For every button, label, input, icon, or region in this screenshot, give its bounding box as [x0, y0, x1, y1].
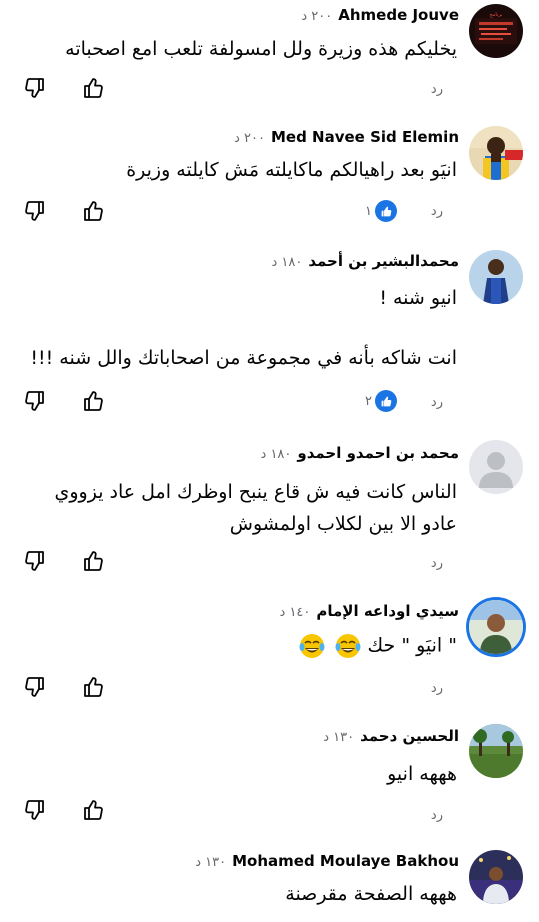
- comment-line: يخليكم هذه وزيرة ولل امسولفة تلعب امع اص…: [65, 38, 457, 60]
- comment-author[interactable]: Mohamed Moulaye Bakhou: [232, 852, 459, 870]
- like-reaction-icon: [375, 390, 397, 412]
- avatar-image: [469, 440, 523, 494]
- comment-header: ١٨٠ د محمد بن احمدو احمدو: [261, 444, 459, 462]
- comment-text: انيو شنه ! انت شاكه بأنه في مجموعة من اص…: [30, 286, 457, 370]
- like-icon[interactable]: [82, 798, 106, 822]
- reply-button[interactable]: رد: [431, 204, 443, 219]
- avatar[interactable]: [469, 250, 523, 304]
- comment-time[interactable]: ١٨٠ د: [261, 447, 292, 462]
- avatar-image: برنامج: [469, 4, 523, 58]
- comment-text: يخليكم هذه وزيرة ولل امسولفة تلعب امع اص…: [65, 37, 457, 61]
- avatar[interactable]: [469, 600, 523, 654]
- comment-line: الناس كانت فيه ش قاع ينبح اوظرك امل عاد …: [54, 481, 458, 503]
- like-icon[interactable]: [82, 76, 106, 100]
- dislike-icon[interactable]: [22, 389, 46, 413]
- comment-header: ١٨٠ د محمدالبشير بن أحمد: [271, 252, 459, 270]
- comment-author[interactable]: سيدي اوداعه الإمام: [316, 602, 459, 620]
- dislike-icon[interactable]: [22, 549, 46, 573]
- avatar-image: [469, 250, 523, 304]
- reply-button[interactable]: رد: [431, 681, 443, 696]
- dislike-icon[interactable]: [22, 798, 46, 822]
- reply-button[interactable]: رد: [431, 808, 443, 823]
- reply-button[interactable]: رد: [431, 82, 443, 97]
- face-with-tears-of-joy-icon: [335, 634, 361, 658]
- comment-author[interactable]: محمدالبشير بن أحمد: [308, 252, 459, 270]
- comment-header: ١٤٠ د سيدي اوداعه الإمام: [280, 602, 459, 620]
- comment-line: انيَو بعد راهيالكم ماكايلته مَش كايلته و…: [126, 159, 457, 181]
- like-icon[interactable]: [82, 549, 106, 573]
- comment-line: انت شاكه بأنه في مجموعة من اصحاباتك والل…: [30, 347, 457, 369]
- comment-text: هههه انيو: [387, 762, 457, 786]
- reply-button[interactable]: رد: [431, 556, 443, 571]
- dislike-icon[interactable]: [22, 199, 46, 223]
- like-icon[interactable]: [82, 389, 106, 413]
- reaction-summary[interactable]: ١: [365, 200, 397, 222]
- comment-text: هههه الصفحة مقرصنة: [285, 882, 457, 906]
- face-with-tears-of-joy-icon: [299, 634, 325, 658]
- comment-header: ٢٠٠ د Ahmede Jouve: [301, 6, 459, 24]
- like-icon[interactable]: [82, 675, 106, 699]
- avatar-image: [469, 724, 523, 778]
- comment-text: الناس كانت فيه ش قاع ينبح اوظرك امل عاد …: [55, 476, 458, 540]
- avatar-image: [469, 600, 523, 654]
- comment-line: " انيَو " حك: [295, 633, 457, 659]
- comment-time[interactable]: ١٣٠ د: [323, 730, 354, 745]
- avatar[interactable]: برنامج: [469, 4, 523, 58]
- avatar-image: [469, 126, 523, 180]
- comment-line: [30, 310, 457, 346]
- avatar[interactable]: [469, 850, 523, 904]
- reply-button[interactable]: رد: [431, 395, 443, 410]
- comment-time[interactable]: ١٤٠ د: [280, 605, 311, 620]
- comment-header: ٢٠٠ د Med Navee Sid Elemin: [234, 128, 459, 146]
- reaction-count: ٢: [365, 393, 372, 409]
- comment-header: ١٣٠ د الحسين دحمد: [323, 727, 459, 745]
- comment-line-text: " انيَو " حك: [367, 634, 457, 657]
- avatar[interactable]: [469, 126, 523, 180]
- comment-author[interactable]: الحسين دحمد: [360, 727, 459, 745]
- comment-author[interactable]: Ahmede Jouve: [338, 6, 459, 24]
- reaction-summary[interactable]: ٢: [365, 390, 397, 412]
- comment-text: انيَو بعد راهيالكم ماكايلته مَش كايلته و…: [126, 158, 457, 182]
- like-icon[interactable]: [82, 199, 106, 223]
- comment-line: هههه انيو: [387, 763, 457, 785]
- like-reaction-icon: [375, 200, 397, 222]
- avatar-banner-text: برنامج: [490, 12, 503, 18]
- avatar-image: [469, 850, 523, 904]
- comment-author[interactable]: Med Navee Sid Elemin: [271, 128, 459, 146]
- comment-line: عادو الا بين لكلاب اولمشوش: [229, 513, 457, 535]
- avatar[interactable]: [469, 440, 523, 494]
- comment-line: هههه الصفحة مقرصنة: [285, 883, 457, 905]
- comment-header: ١٣٠ د Mohamed Moulaye Bakhou: [195, 852, 459, 870]
- comment-time[interactable]: ١٣٠ د: [195, 855, 226, 870]
- comment-line: انيو شنه !: [379, 287, 457, 309]
- comment-time[interactable]: ٢٠٠ د: [234, 131, 265, 146]
- comment-author[interactable]: محمد بن احمدو احمدو: [297, 444, 459, 462]
- dislike-icon[interactable]: [22, 76, 46, 100]
- comment-time[interactable]: ٢٠٠ د: [301, 9, 332, 24]
- comment-text: " انيَو " حك: [295, 633, 457, 659]
- comment-time[interactable]: ١٨٠ د: [271, 255, 302, 270]
- avatar[interactable]: [469, 724, 523, 778]
- dislike-icon[interactable]: [22, 675, 46, 699]
- reaction-count: ١: [365, 203, 372, 219]
